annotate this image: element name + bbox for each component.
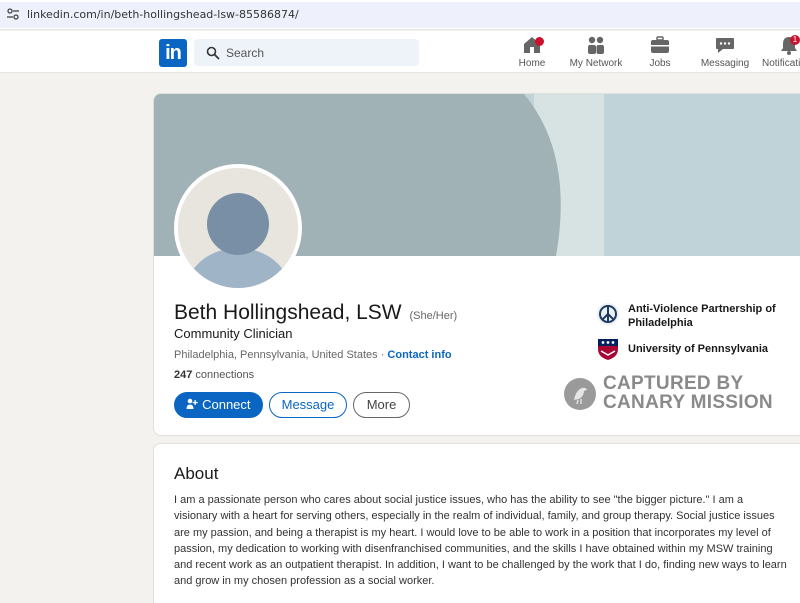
nav-jobs-label: Jobs bbox=[649, 58, 671, 69]
avatar[interactable] bbox=[174, 164, 302, 292]
connections-count: 247 bbox=[174, 369, 193, 381]
watermark-line-2: CANARY MISSION bbox=[603, 392, 773, 413]
pronouns: (She/Her) bbox=[409, 310, 458, 322]
profile-headline: Community Clinician bbox=[174, 326, 293, 341]
home-notification-dot bbox=[535, 37, 544, 46]
linkedin-logo-icon[interactable]: in bbox=[159, 39, 187, 67]
nav-notifications-label: Notificati bbox=[762, 58, 800, 69]
site-settings-icon[interactable] bbox=[6, 7, 20, 21]
connect-button[interactable]: Connect bbox=[174, 392, 263, 418]
org-name: Anti-Violence Partnership of Philadelphi… bbox=[628, 303, 776, 329]
search-input[interactable]: Search bbox=[194, 39, 419, 66]
canary-logo-icon bbox=[564, 378, 596, 410]
contact-info-link[interactable]: Contact info bbox=[387, 349, 451, 361]
notifications-badge: 1 bbox=[790, 35, 800, 45]
org-name: University of Pennsylvania bbox=[628, 343, 768, 355]
profile-name: Beth Hollingshead, LSW bbox=[174, 301, 402, 324]
browser-address-bar[interactable]: linkedin.com/in/beth-hollingshead-lsw-85… bbox=[0, 0, 800, 30]
chat-icon bbox=[716, 38, 734, 53]
connections[interactable]: 247 connections bbox=[174, 369, 254, 381]
watermark-line-1: CAPTURED BY bbox=[603, 373, 744, 394]
separator: · bbox=[377, 349, 388, 361]
nav-home-label: Home bbox=[518, 58, 546, 69]
connections-label: connections bbox=[192, 369, 255, 381]
about-section: About I am a passionate person who cares… bbox=[153, 443, 800, 603]
connect-label: Connect bbox=[202, 397, 251, 412]
nav-notifications[interactable]: 1 Notificati bbox=[760, 35, 800, 71]
profile-name-row: Beth Hollingshead, LSW (She/Her) bbox=[174, 301, 457, 325]
canary-mission-watermark: CAPTURED BY CANARY MISSION bbox=[564, 374, 800, 414]
briefcase-icon bbox=[651, 36, 669, 53]
profile-card: Beth Hollingshead, LSW (She/Her) Communi… bbox=[153, 93, 800, 436]
more-button[interactable]: More bbox=[353, 392, 410, 418]
search-placeholder: Search bbox=[226, 46, 265, 60]
add-person-icon bbox=[186, 398, 199, 409]
url-text[interactable]: linkedin.com/in/beth-hollingshead-lsw-85… bbox=[27, 8, 299, 21]
nav-messaging-label: Messaging bbox=[700, 58, 750, 69]
watermark-text: CAPTURED BY CANARY MISSION bbox=[603, 374, 773, 412]
message-button[interactable]: Message bbox=[269, 392, 347, 418]
peace-sign-icon bbox=[597, 303, 619, 325]
nav-home[interactable]: Home bbox=[513, 35, 551, 71]
people-icon bbox=[588, 36, 604, 54]
nav-my-network-label: My Network bbox=[569, 58, 623, 69]
about-text: I am a passionate person who cares about… bbox=[174, 494, 787, 588]
default-person-icon bbox=[178, 168, 298, 288]
penn-shield-icon bbox=[598, 339, 618, 360]
top-nav: in Search Home My Network Jobs Messaging… bbox=[0, 31, 800, 73]
nav-my-network[interactable]: My Network bbox=[567, 35, 625, 71]
nav-jobs[interactable]: Jobs bbox=[642, 35, 678, 71]
nav-messaging[interactable]: Messaging bbox=[700, 35, 750, 71]
search-icon bbox=[206, 46, 220, 60]
about-title: About bbox=[174, 464, 219, 483]
profile-location: Philadelphia, Pennsylvania, United State… bbox=[174, 349, 378, 361]
profile-location-row: Philadelphia, Pennsylvania, United State… bbox=[174, 349, 452, 361]
